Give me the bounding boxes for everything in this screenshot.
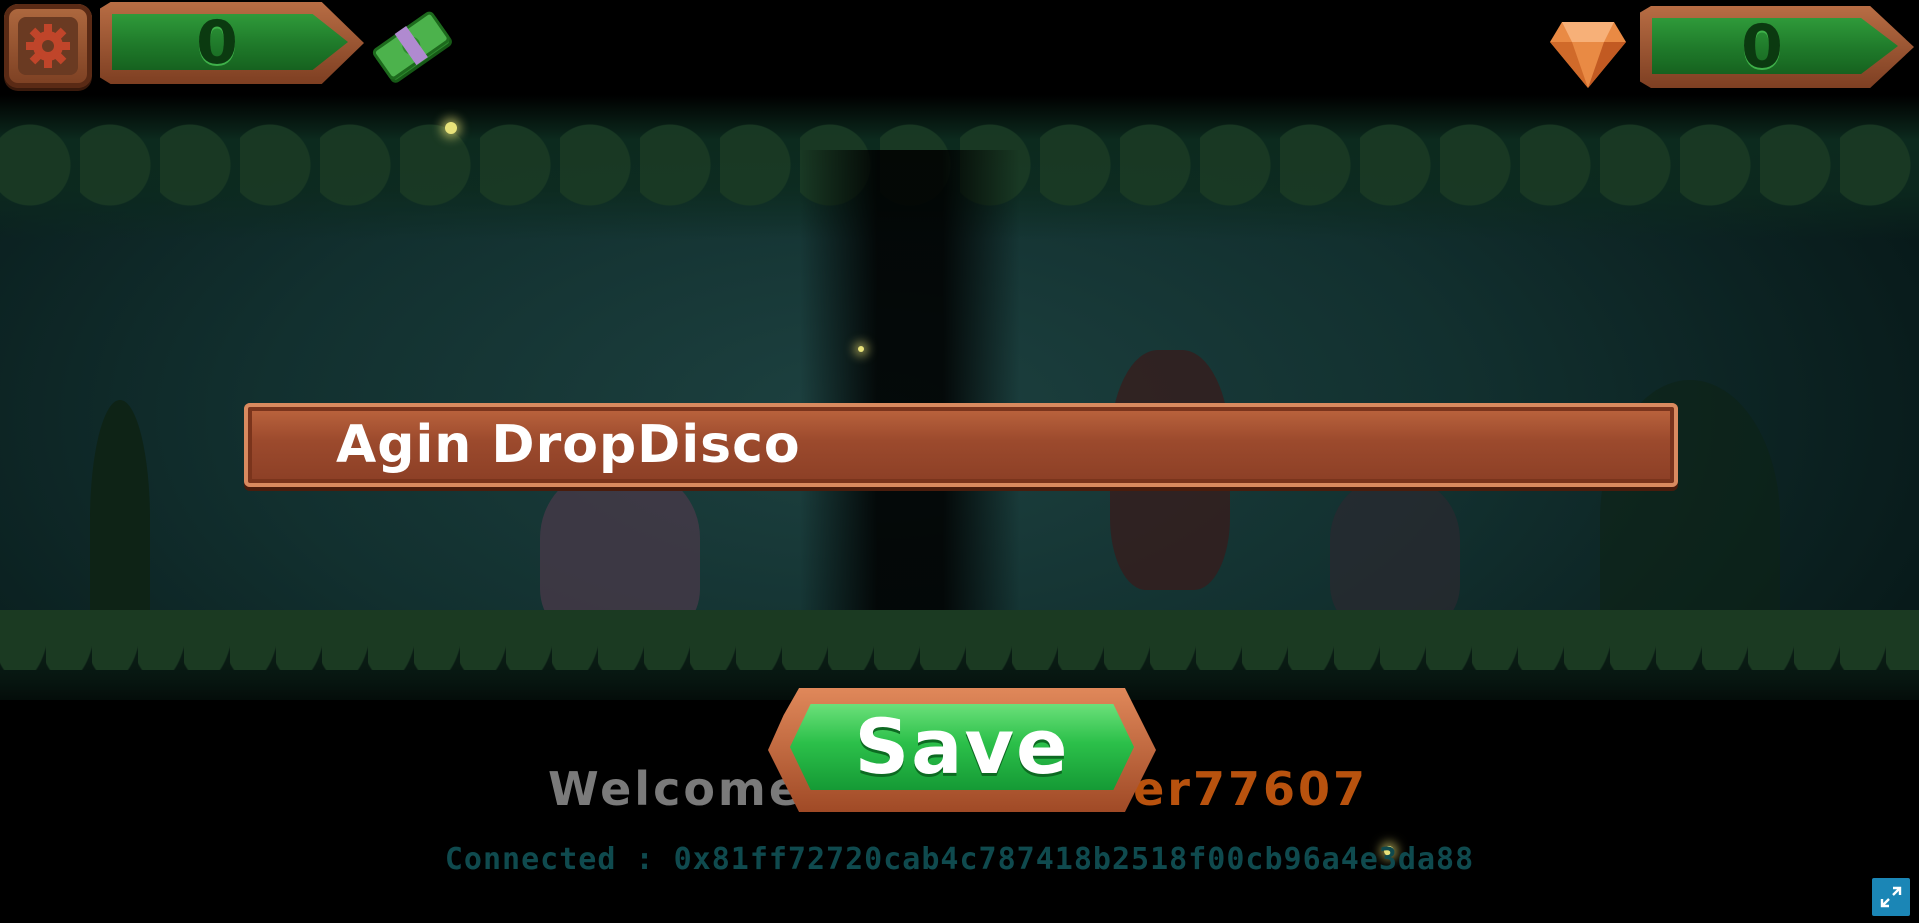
gear-icon — [26, 24, 70, 68]
welcome-username: er77607 — [1133, 762, 1368, 816]
save-button[interactable]: Save — [768, 688, 1156, 812]
plant — [90, 400, 150, 640]
ninja-character — [1330, 480, 1460, 630]
welcome-prefix: Welcome — [548, 762, 804, 816]
cash-counter: 0 — [100, 2, 364, 84]
cash-icon — [372, 11, 452, 83]
wallet-connected-text: Connected : 0x81ff72720cab4c787418b2518f… — [444, 842, 1475, 877]
player-name: Agin DropDisco — [336, 415, 801, 475]
gem-count: 0 — [1741, 12, 1783, 82]
fullscreen-icon — [1880, 886, 1902, 908]
player-name-banner: Agin DropDisco — [244, 403, 1678, 487]
cash-count: 0 — [196, 8, 238, 78]
diamond-icon — [1550, 22, 1626, 88]
save-button-label: Save — [854, 701, 1070, 791]
firefly — [858, 346, 864, 352]
firefly — [445, 122, 457, 134]
gem-counter: 0 — [1640, 6, 1914, 88]
fullscreen-button[interactable] — [1872, 878, 1910, 916]
settings-button[interactable] — [4, 4, 92, 88]
